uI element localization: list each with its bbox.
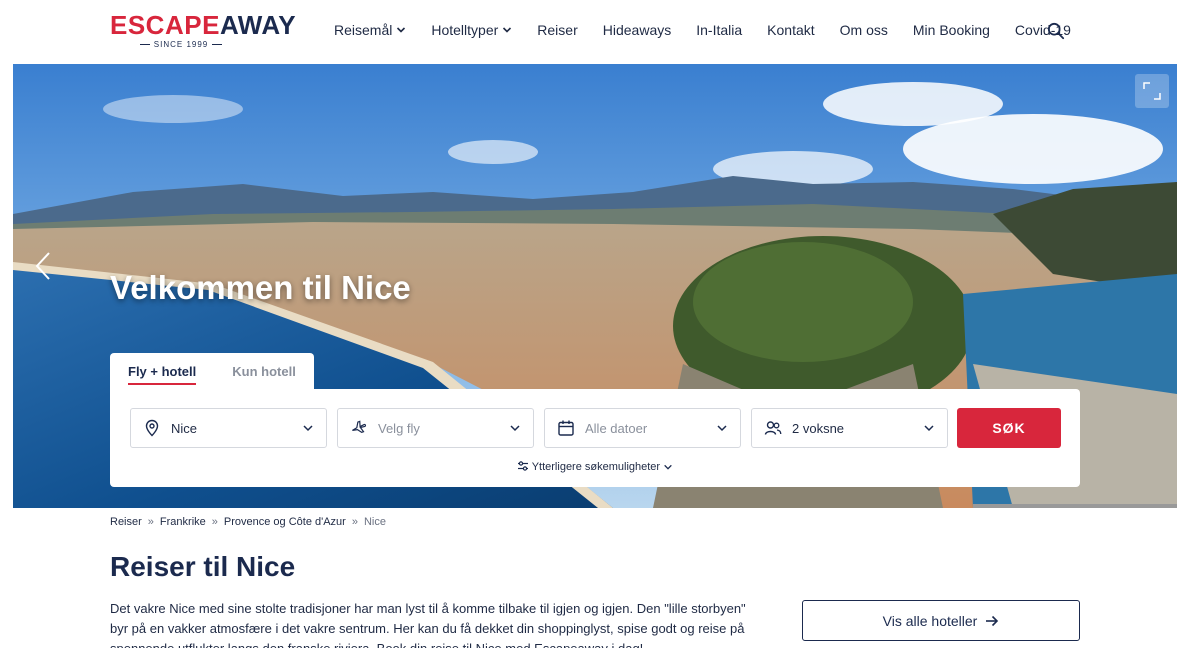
- chevron-down-icon: [510, 425, 520, 432]
- breadcrumb-current: Nice: [363, 516, 386, 528]
- breadcrumb-reiser[interactable]: Reiser: [110, 516, 142, 528]
- logo-tagline: SINCE 1999: [110, 40, 252, 49]
- search-submit-button[interactable]: SØK: [957, 408, 1061, 448]
- nav-item-label: Min Booking: [912, 22, 990, 38]
- flight-placeholder: Velg fly: [378, 420, 420, 436]
- destination-select[interactable]: Nice: [130, 408, 327, 448]
- nav-item-reiser[interactable]: Reiser: [537, 22, 577, 38]
- hero-title: Velkommen til Nice: [110, 269, 411, 306]
- chevron-down-icon: [664, 464, 672, 470]
- chevron-down-icon: [717, 425, 727, 432]
- calendar-icon: [558, 420, 574, 436]
- breadcrumb-separator: »: [147, 516, 154, 528]
- nav-item-label: In-Italia: [696, 22, 743, 38]
- nav-item-min-booking[interactable]: Min Booking: [913, 22, 990, 38]
- dates-select[interactable]: Alle datoer: [544, 408, 741, 448]
- main-nav: Reisemål Hotelltyper Reiser Hideaways In-Ita…: [334, 22, 1096, 38]
- nav-item-kontakt[interactable]: Kontakt: [767, 22, 814, 38]
- chevron-down-icon: [924, 425, 934, 432]
- nav-item-label: Kontakt: [767, 22, 815, 38]
- breadcrumb-separator: »: [211, 516, 218, 528]
- more-search-options-link[interactable]: Ytterligere søkemuligheter: [110, 460, 1080, 473]
- intro-text: Det vakre Nice med sine stolte tradisjon…: [110, 601, 746, 648]
- breadcrumb: Reiser » Frankrike » Provence og Côte d'…: [110, 516, 386, 528]
- users-icon: [764, 421, 782, 435]
- page-title: Reiser til Nice: [110, 551, 296, 582]
- nav-item-hotelltyper[interactable]: Hotelltyper: [431, 22, 512, 38]
- tab-kun-hotell[interactable]: Kun hotell: [214, 353, 314, 389]
- nav-item-hideaways[interactable]: Hideaways: [603, 22, 671, 38]
- tab-fly-hotell[interactable]: Fly + hotell: [110, 353, 214, 389]
- logo-wordmark: ESCAPEAWAY: [110, 10, 297, 40]
- nav-item-reisem-l[interactable]: Reisemål: [334, 22, 406, 38]
- expand-icon[interactable]: [1135, 74, 1169, 108]
- chevron-down-icon: [397, 27, 406, 33]
- site-header: ESCAPEAWAY SINCE 1999 Reisemål Hotelltype…: [0, 0, 1200, 62]
- nav-item-om-oss[interactable]: Om oss: [840, 22, 888, 38]
- nav-item-label: Hotelltyper: [431, 22, 499, 38]
- search-icon[interactable]: [1047, 22, 1065, 40]
- flight-select[interactable]: Velg fly: [337, 408, 534, 448]
- guests-select[interactable]: 2 voksne: [751, 408, 948, 448]
- carousel-prev-icon[interactable]: [33, 251, 53, 281]
- chevron-down-icon: [303, 425, 313, 432]
- search-tabs: Fly + hotell Kun hotell: [110, 353, 314, 389]
- breadcrumb-frankrike[interactable]: Frankrike: [160, 516, 206, 528]
- destination-value: Nice: [171, 420, 198, 436]
- arrow-right-icon: [986, 615, 999, 626]
- location-pin-icon: [145, 419, 159, 437]
- escapeaway-logo[interactable]: ESCAPEAWAY SINCE 1999: [110, 10, 297, 52]
- more-options-label: Ytterligere søkemuligheter: [531, 461, 661, 473]
- nav-item-label: Reiser: [537, 22, 578, 38]
- sliders-icon: [517, 461, 528, 471]
- show-all-hotels-button[interactable]: Vis alle hoteller: [802, 600, 1080, 641]
- nav-item-label: Hideaways: [602, 22, 672, 38]
- search-panel: Nice Velg fly Alle datoer 2 voksne SØK Y…: [110, 389, 1080, 487]
- chevron-down-icon: [503, 27, 512, 33]
- nav-item-in-italia[interactable]: In-Italia: [696, 22, 742, 38]
- nav-item-label: Reisemål: [334, 22, 393, 38]
- breadcrumb-provence[interactable]: Provence og Côte d'Azur: [224, 516, 346, 528]
- breadcrumb-separator: »: [351, 516, 358, 528]
- guests-value: 2 voksne: [792, 420, 845, 436]
- dates-placeholder: Alle datoer: [585, 420, 648, 436]
- show-all-hotels-label: Vis alle hoteller: [882, 612, 978, 629]
- nav-item-label: Om oss: [839, 22, 888, 38]
- plane-icon: [352, 420, 367, 434]
